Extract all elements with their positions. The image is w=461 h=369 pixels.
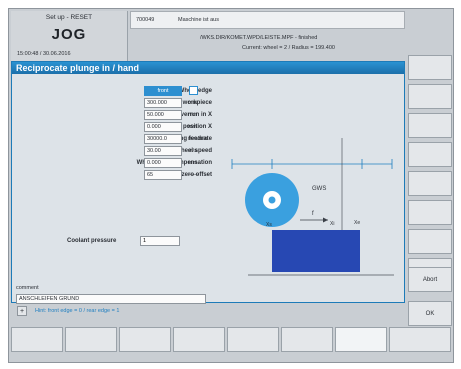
feed-label: f <box>312 211 314 217</box>
field-zero-offset: Number of zero offset 65 —— <box>12 170 212 181</box>
field-unit: mm <box>188 124 198 130</box>
current-wheel-info: Current: wheel = 2 / Radius = 199.400 <box>242 45 335 51</box>
dialog-title: Reciprocate plunge in / hand <box>12 62 404 74</box>
zero-offset-input[interactable]: 65 <box>144 170 182 180</box>
field-unit: mm <box>188 100 198 106</box>
softkey-v3[interactable] <box>408 113 452 138</box>
softkey-h3[interactable] <box>119 327 171 352</box>
field-wheel-speed: wheel speed 30.00 m/s <box>12 146 212 157</box>
softkey-v1[interactable] <box>408 55 452 80</box>
feedrate-input[interactable]: 30000.0 <box>144 134 182 144</box>
wear-comp-input[interactable]: 0.000 <box>144 158 182 168</box>
coolant-label: Coolant pressure <box>67 238 117 244</box>
length-overrun-input[interactable]: 50.000 <box>144 110 182 120</box>
field-start-position: Starting position X 0.000 mm <box>12 122 212 133</box>
datetime: 15:00:48 / 30.06.2016 <box>17 51 71 57</box>
operating-mode: JOG <box>51 26 87 43</box>
comment-input[interactable]: ANSCHLEIFEN GRUND <box>16 294 206 304</box>
abort-button[interactable]: Abort <box>408 267 452 292</box>
softkey-h7[interactable] <box>335 327 387 352</box>
softkey-v2[interactable] <box>408 84 452 109</box>
xi-label: Xi <box>330 221 334 227</box>
field-length-overrun: Length of overrun in X 50.000 mm <box>12 110 212 121</box>
softkey-h8[interactable] <box>389 327 451 352</box>
wheel-edge-toggle[interactable] <box>189 86 198 95</box>
field-wear-comp: Wheel wear compensation 0.000 mm <box>12 158 212 169</box>
field-unit: —— <box>188 172 199 178</box>
softkey-v7[interactable] <box>408 229 452 254</box>
program-info: /WKS.DIR/KOMET.WPD/LEISTE.MPF - finished… <box>130 33 405 61</box>
expand-button[interactable]: + <box>17 306 27 316</box>
softkey-h4[interactable] <box>173 327 225 352</box>
softkey-h2[interactable] <box>65 327 117 352</box>
field-unit: mm/min <box>188 136 208 142</box>
setup-status: Set up - RESET <box>45 14 93 21</box>
wheel-speed-input[interactable]: 30.00 <box>144 146 182 156</box>
alarm-line[interactable]: 700049 Maschine ist aus <box>130 11 405 29</box>
xs-label: Xs <box>266 222 272 228</box>
xe-label: Xe <box>354 220 360 226</box>
coolant-input[interactable]: 1 <box>140 236 180 246</box>
field-length-workpiece: Length of workpiece 300.000 mm <box>12 98 212 109</box>
softkey-v5[interactable] <box>408 171 452 196</box>
softkey-h5[interactable] <box>227 327 279 352</box>
softkey-v4[interactable] <box>408 142 452 167</box>
comment-label: comment <box>16 285 39 291</box>
mode-panel: Set up - RESET JOG 15:00:48 / 30.06.2016 <box>11 11 128 61</box>
field-unit: mm <box>188 112 198 118</box>
softkey-v6[interactable] <box>408 200 452 225</box>
softkey-h6[interactable] <box>281 327 333 352</box>
start-position-input[interactable]: 0.000 <box>144 122 182 132</box>
workpiece <box>272 230 360 272</box>
gws-label: GWS <box>312 186 326 192</box>
wheel-edge-select[interactable]: front <box>144 86 182 96</box>
hmi-screen: Set up - RESET JOG 15:00:48 / 30.06.2016… <box>8 8 454 363</box>
grinding-diagram: GWS f Xs Xi Xe <box>231 138 394 276</box>
length-workpiece-input[interactable]: 300.000 <box>144 98 182 108</box>
field-unit: m/s <box>188 148 197 154</box>
field-feedrate: Grinding feedrate 30000.0 mm/min <box>12 134 212 145</box>
softkey-h1[interactable] <box>11 327 63 352</box>
alarm-message: Maschine ist aus <box>178 17 219 23</box>
status-line: + Hint: front edge = 0 / rear edge = 1 <box>11 306 405 316</box>
hint-text: Hint: front edge = 0 / rear edge = 1 <box>35 308 120 314</box>
plunge-dialog: Reciprocate plunge in / hand Wheel edge … <box>11 61 405 304</box>
machine-bed <box>248 274 394 276</box>
ok-button[interactable]: OK <box>408 301 452 326</box>
program-path: /WKS.DIR/KOMET.WPD/LEISTE.MPF - finished <box>200 35 318 41</box>
alarm-number: 700049 <box>136 17 155 23</box>
field-wheel-edge: Wheel edge front <box>12 86 212 97</box>
field-unit: mm <box>188 160 198 166</box>
